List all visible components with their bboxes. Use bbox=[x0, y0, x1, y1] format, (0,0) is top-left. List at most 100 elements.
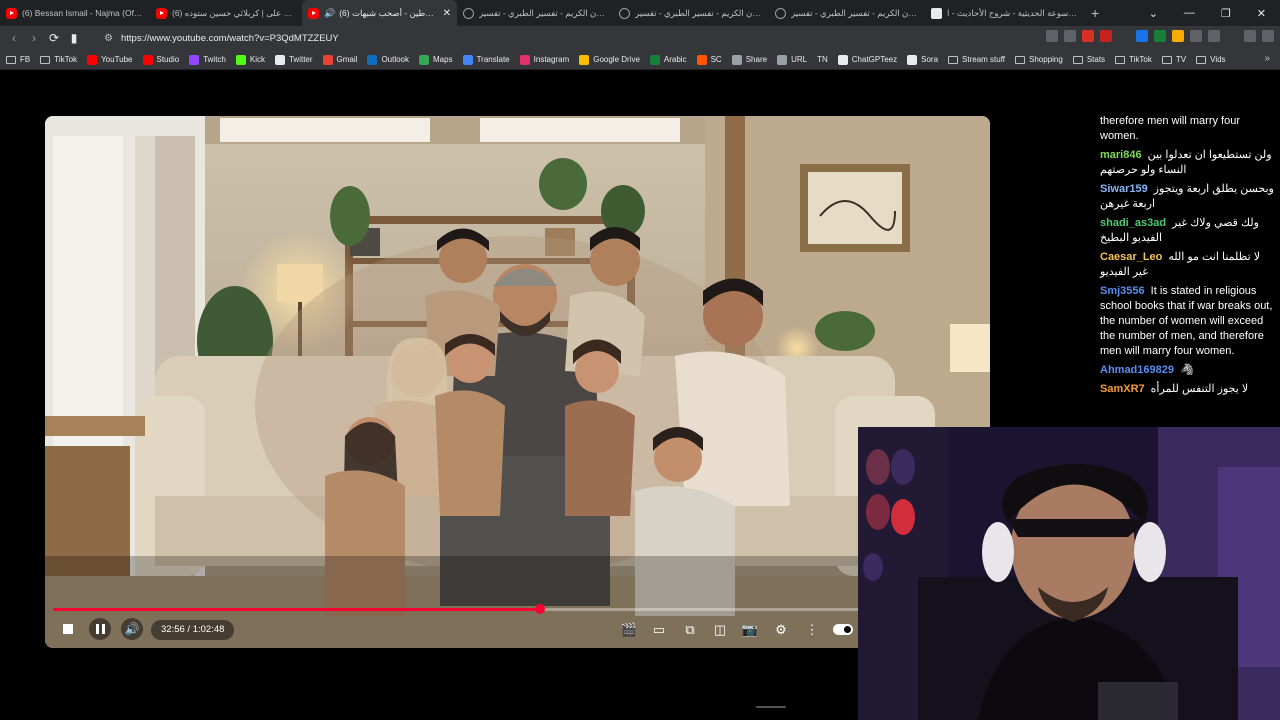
close-tab-icon[interactable]: ✕ bbox=[443, 8, 451, 19]
more-options-icon[interactable]: ⋮ bbox=[802, 620, 822, 640]
extension-yellow-icon[interactable] bbox=[1172, 30, 1184, 42]
share-icon[interactable] bbox=[1064, 30, 1076, 42]
profile-icon[interactable] bbox=[1262, 30, 1274, 42]
kick-icon bbox=[235, 54, 246, 65]
bookmark-chatgpteez[interactable]: ChatGPTeez bbox=[837, 54, 897, 65]
bookmark-twitter[interactable]: Twitter bbox=[274, 54, 313, 65]
tab-7[interactable]: الموسوعة الحديثية - شروح الأحاديث - ا... bbox=[925, 0, 1083, 26]
extension-gap bbox=[1226, 30, 1238, 42]
bookmark-vids[interactable]: Vids bbox=[1196, 55, 1226, 64]
folder-icon bbox=[6, 55, 16, 64]
bookmark-label: Twitch bbox=[203, 55, 226, 64]
bookmark-label: TV bbox=[1175, 55, 1187, 64]
cast-icon[interactable] bbox=[1046, 30, 1058, 42]
bookmark-label: Instagram bbox=[533, 55, 570, 64]
speaker-icon[interactable]: 🔊 bbox=[324, 8, 335, 19]
bookmark-sora[interactable]: Sora bbox=[907, 54, 938, 65]
autoplay-toggle[interactable] bbox=[833, 624, 853, 635]
omnibox[interactable]: ⚙ https://www.youtube.com/watch?v=P3QdMT… bbox=[90, 28, 1050, 48]
bookmark-stats[interactable]: Stats bbox=[1072, 55, 1105, 64]
bookmark-shopping[interactable]: Shopping bbox=[1015, 55, 1063, 64]
bookmark-instagram[interactable]: Instagram bbox=[519, 54, 570, 65]
settings-gear-icon[interactable]: ⚙ bbox=[771, 620, 791, 640]
bookmark-tiktok[interactable]: TikTok bbox=[1115, 55, 1152, 64]
bookmark-kick[interactable]: Kick bbox=[235, 54, 265, 65]
bookmark-arabic[interactable]: Arabic bbox=[649, 54, 687, 65]
bookmark-youtube[interactable]: YouTube bbox=[87, 54, 133, 65]
bookmark-google-drive[interactable]: Google Drive bbox=[579, 54, 640, 65]
bookmark-tn[interactable]: TN bbox=[817, 55, 828, 64]
tab-search-icon[interactable]: ⌄ bbox=[1149, 7, 1158, 20]
close-window-button[interactable]: ✕ bbox=[1257, 7, 1266, 20]
minimize-button[interactable]: — bbox=[1184, 7, 1195, 19]
screenshot-icon[interactable]: 📷 bbox=[740, 620, 760, 640]
document-icon bbox=[931, 7, 942, 19]
more-bookmarks-icon[interactable]: » bbox=[1264, 53, 1270, 64]
reload-icon[interactable]: ⟳ bbox=[44, 31, 64, 45]
bookmark-tiktok[interactable]: TikTok bbox=[40, 55, 77, 64]
bookmark-icon[interactable]: ▮ bbox=[64, 31, 84, 45]
media-icon[interactable] bbox=[1244, 30, 1256, 42]
chat-message: Ahmad169829 🦓 bbox=[1100, 363, 1276, 378]
tab-1[interactable]: (6) Bessan Ismail - Najma (Official M bbox=[0, 0, 150, 26]
pause-button[interactable] bbox=[89, 618, 111, 640]
bookmark-sc[interactable]: SC bbox=[696, 54, 722, 65]
tab-2[interactable]: (6) تيار على | كربلائي حسين ستوده | ne bbox=[150, 0, 302, 26]
tab-5[interactable]: القرآن الكريم - تفسير الطبري - تفسير ... bbox=[613, 0, 769, 26]
clapperboard-icon[interactable]: 🎬 bbox=[619, 620, 639, 640]
tab-6[interactable]: القرآن الكريم - تفسير الطبري - تفسير ... bbox=[769, 0, 925, 26]
volume-button[interactable]: 🔊 bbox=[121, 618, 143, 640]
chat-message: shadi_as3ad ولك قصي ولاك غير الفيديو البط… bbox=[1100, 216, 1276, 246]
bookmark-url[interactable]: URL bbox=[777, 54, 807, 65]
chat-username[interactable]: Smj3556 bbox=[1100, 285, 1145, 297]
sc-icon bbox=[696, 54, 707, 65]
forward-icon[interactable]: › bbox=[24, 31, 44, 45]
tab-4[interactable]: القرآن الكريم - تفسير الطبري - تفسير ... bbox=[457, 0, 613, 26]
time-display: 32:56 / 1:02:48 bbox=[151, 620, 235, 640]
pause-icon bbox=[95, 624, 105, 634]
chat-message: SamXR7 لا يجوز التنفس للمرأه bbox=[1100, 382, 1276, 397]
folder-icon bbox=[1196, 55, 1207, 64]
url-icon bbox=[777, 54, 788, 65]
split-view-icon[interactable]: ◫ bbox=[710, 620, 730, 640]
arabic-icon bbox=[649, 54, 660, 65]
bookmark-translate[interactable]: Translate bbox=[462, 54, 510, 65]
bookmark-share[interactable]: Share bbox=[731, 54, 767, 65]
url-text[interactable]: https://www.youtube.com/watch?v=P3QdMTZZ… bbox=[121, 33, 339, 44]
bookmark-stream-stuff[interactable]: Stream stuff bbox=[948, 55, 1005, 64]
chat-username[interactable]: SamXR7 bbox=[1100, 383, 1145, 395]
bookmark-outlook[interactable]: Outlook bbox=[367, 54, 409, 65]
bookmark-studio[interactable]: Studio bbox=[142, 54, 179, 65]
miniplayer-icon[interactable]: ⧉ bbox=[680, 620, 700, 640]
chat-username[interactable]: shadi_as3ad bbox=[1100, 217, 1166, 229]
new-tab-button[interactable]: + bbox=[1083, 5, 1107, 21]
bookmark-fb[interactable]: FB bbox=[6, 55, 30, 64]
chat-username[interactable]: Ahmad169829 bbox=[1100, 364, 1174, 376]
puzzle-icon[interactable] bbox=[1208, 30, 1220, 42]
bookmark-tv[interactable]: TV bbox=[1161, 55, 1187, 64]
youtube-icon bbox=[308, 7, 319, 19]
brave-icon[interactable] bbox=[1082, 30, 1094, 42]
bookmark-gmail[interactable]: Gmail bbox=[322, 54, 357, 65]
stop-icon[interactable] bbox=[57, 618, 79, 640]
extension-red-icon[interactable] bbox=[1100, 30, 1112, 42]
theater-mode-icon[interactable]: ▭ bbox=[649, 620, 669, 640]
bookmark-label: Maps bbox=[433, 55, 453, 64]
chat-username[interactable]: Caesar_Leo bbox=[1100, 251, 1162, 263]
back-icon[interactable]: ‹ bbox=[4, 31, 24, 45]
video-player[interactable]: 🔊 32:56 / 1:02:48 🎬 ▭ ⧉ ◫ 📷 ⚙ ⋮ bbox=[45, 116, 990, 648]
chat-username[interactable]: Siwar159 bbox=[1100, 183, 1148, 195]
maximize-button[interactable]: ❐ bbox=[1221, 7, 1231, 20]
extension-gray-icon[interactable] bbox=[1190, 30, 1202, 42]
extension-green-icon[interactable] bbox=[1154, 30, 1166, 42]
bookmark-maps[interactable]: Maps bbox=[419, 54, 453, 65]
tab-title: القرآن الكريم - تفسير الطبري - تفسير ... bbox=[791, 7, 919, 18]
site-info-icon[interactable]: ⚙ bbox=[104, 33, 113, 44]
volume-icon: 🔊 bbox=[124, 622, 140, 636]
progress-bar[interactable] bbox=[53, 604, 982, 614]
chat-username[interactable]: mari846 bbox=[1100, 149, 1142, 161]
bookmark-twitch[interactable]: Twitch bbox=[189, 54, 226, 65]
tab-active[interactable]: 🔊 (6) دين و طين - أصحب شبهات ✕ bbox=[302, 0, 457, 26]
globe-icon bbox=[619, 7, 630, 19]
extension-blue-icon[interactable] bbox=[1136, 30, 1148, 42]
